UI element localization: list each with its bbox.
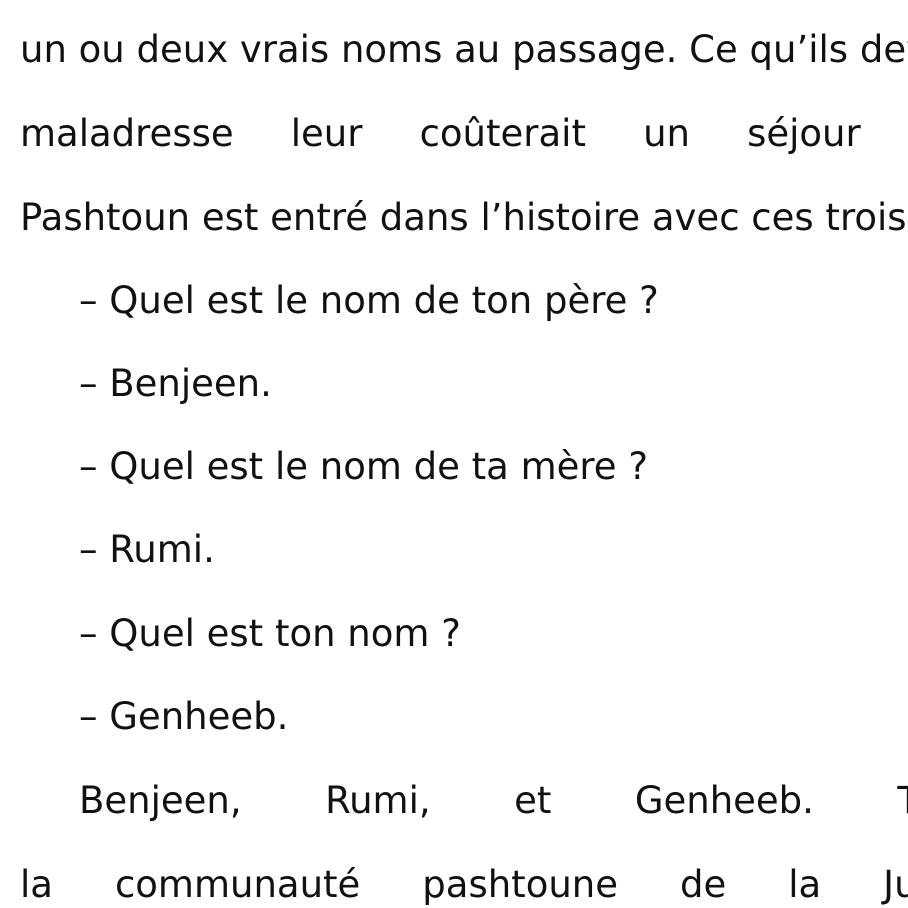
document-page: un ou deux vrais noms au passage. Ce qu’… [0, 0, 908, 908]
dialogue-line: – Genheeb. [79, 695, 289, 738]
dialogue-line: – Benjeen. [79, 362, 272, 405]
dialogue-line: – Quel est le nom de ta mère ? [79, 445, 648, 488]
paragraph-line: la communauté pashtoune de la Jungle les… [20, 863, 908, 906]
dialogue-line: – Quel est ton nom ? [79, 612, 461, 655]
paragraph-line: Pashtoun est entré dans l’histoire avec … [20, 196, 908, 239]
dialogue-line: – Quel est le nom de ton père ? [79, 279, 659, 322]
paragraph-line: Benjeen, Rumi, et Genheeb. Trois noms si [79, 779, 908, 822]
paragraph-line: un ou deux vrais noms au passage. Ce qu’… [20, 28, 908, 71]
paragraph-line: maladresse leur coûterait un séjour en c… [20, 112, 908, 155]
dialogue-line: – Rumi. [79, 528, 215, 571]
